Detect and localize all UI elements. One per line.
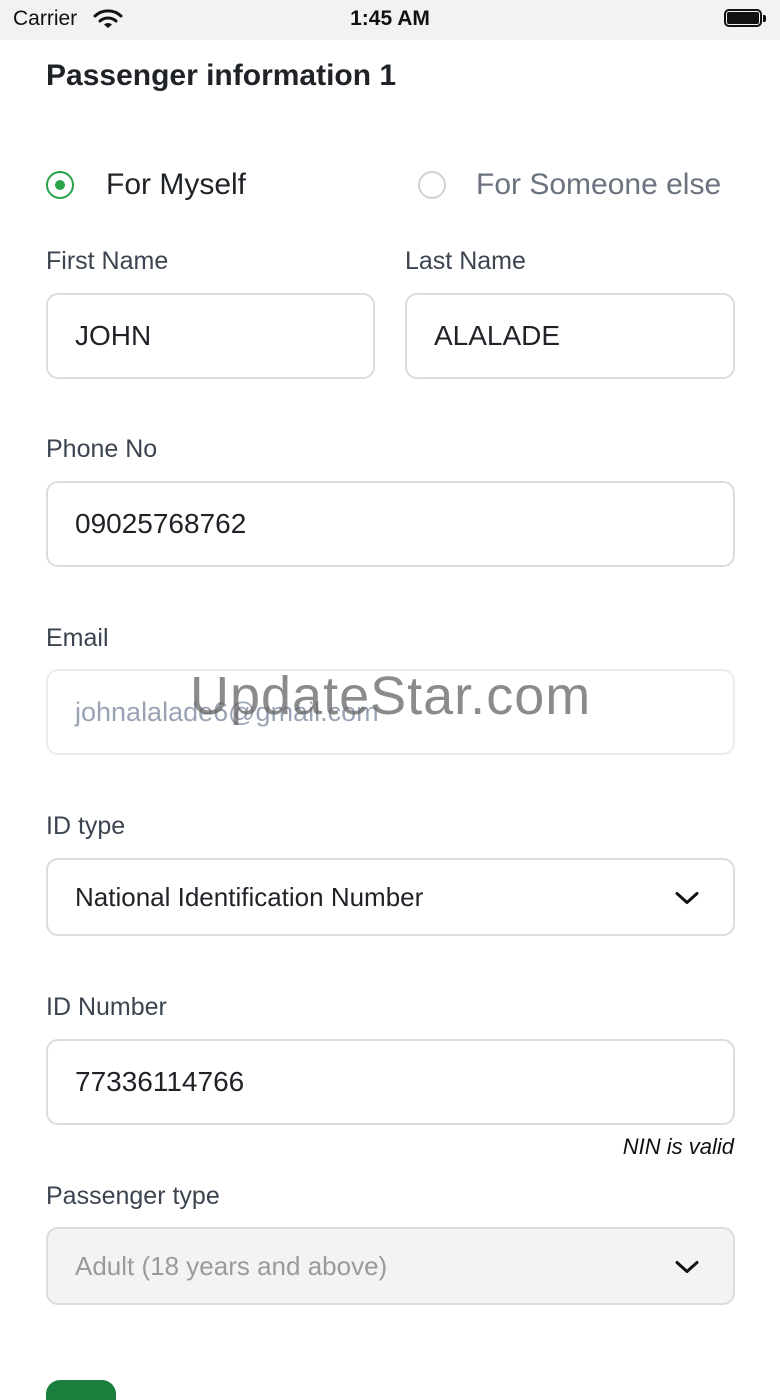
id-number-value: 77336114766 xyxy=(75,1066,245,1097)
nin-validation-message: NIN is valid xyxy=(622,1134,734,1159)
phone-value: 09025768762 xyxy=(75,508,247,539)
phone-input[interactable]: 09025768762 xyxy=(46,481,735,567)
clock: 1:45 AM xyxy=(350,7,430,30)
id-number-label: ID Number xyxy=(46,993,167,1021)
first-name-input[interactable]: JOHN xyxy=(46,293,375,379)
email-label: Email xyxy=(46,624,109,652)
first-name-value: JOHN xyxy=(75,320,152,351)
radio-label-for-someone-else: For Someone else xyxy=(476,168,722,201)
passenger-type-select[interactable]: Adult (18 years and above) xyxy=(46,1227,735,1305)
status-bar: Carrier 1:45 AM xyxy=(0,0,780,40)
first-name-label: First Name xyxy=(46,247,169,275)
chevron-down-icon[interactable] xyxy=(675,882,699,913)
passenger-type-label: Passenger type xyxy=(46,1182,220,1210)
continue-button[interactable] xyxy=(46,1380,116,1400)
phone-label: Phone No xyxy=(46,435,158,463)
last-name-value: ALALADE xyxy=(434,320,561,351)
id-type-label: ID type xyxy=(46,812,126,840)
id-number-input[interactable]: 77336114766 xyxy=(46,1039,735,1125)
last-name-input[interactable]: ALALADE xyxy=(405,293,735,379)
radio-label-for-myself: For Myself xyxy=(106,168,247,201)
radio-for-someone-else[interactable]: For Someone else xyxy=(418,165,721,205)
id-type-select[interactable]: National Identification Number xyxy=(46,858,735,936)
battery-icon xyxy=(724,9,766,29)
radio-for-myself[interactable]: For Myself xyxy=(46,165,246,205)
radio-unselected-icon[interactable] xyxy=(418,171,446,199)
id-type-value: National Identification Number xyxy=(75,881,424,912)
passenger-type-value: Adult (18 years and above) xyxy=(75,1250,388,1281)
chevron-down-icon[interactable] xyxy=(675,1251,699,1282)
page-title: Passenger information 1 xyxy=(46,59,397,92)
watermark: UpdateStar.com xyxy=(190,666,592,726)
last-name-label: Last Name xyxy=(405,247,526,275)
radio-selected-icon[interactable] xyxy=(46,171,74,199)
